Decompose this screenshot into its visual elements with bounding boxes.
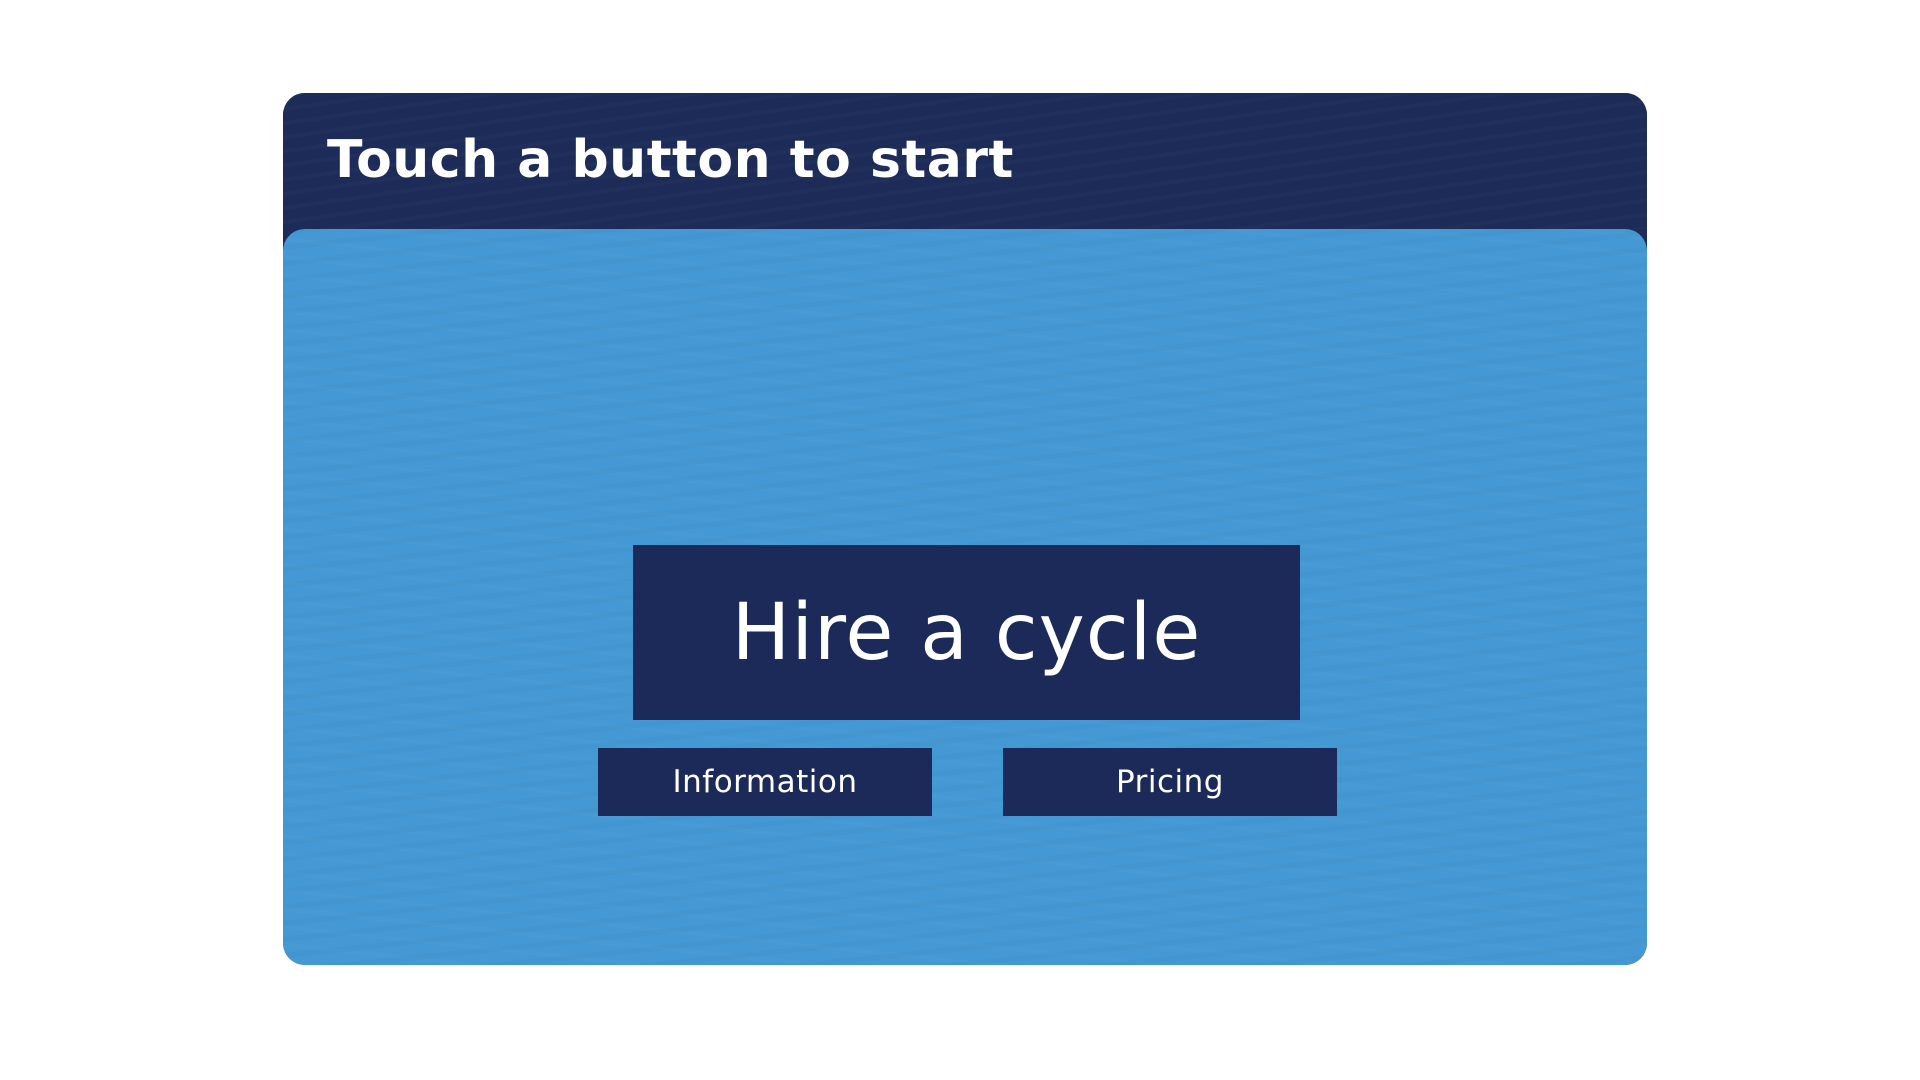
kiosk-screen: Touch a button to start Hire a cycle Inf… <box>283 93 1647 965</box>
pricing-button[interactable]: Pricing <box>1003 748 1337 816</box>
page-title: Touch a button to start <box>327 130 1014 190</box>
header-bar: Touch a button to start <box>283 93 1647 229</box>
information-button[interactable]: Information <box>598 748 932 816</box>
main-panel: Hire a cycle Information Pricing <box>283 229 1647 965</box>
hire-a-cycle-button[interactable]: Hire a cycle <box>633 545 1300 720</box>
